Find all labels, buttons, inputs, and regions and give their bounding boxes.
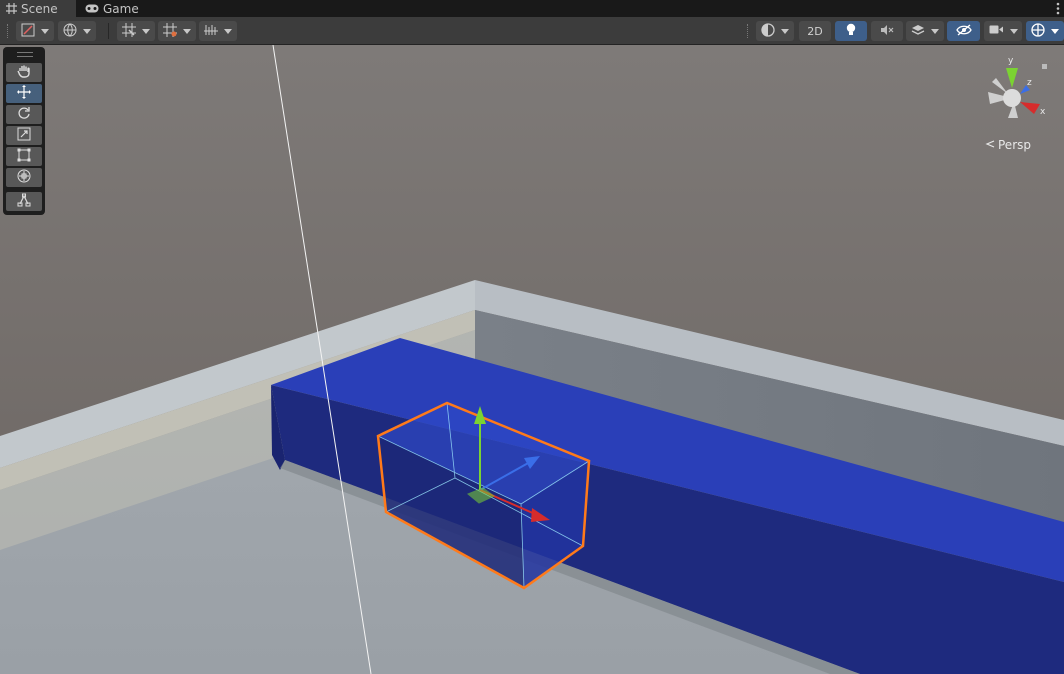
custom-editor-tool-button[interactable] xyxy=(6,192,42,211)
lightbulb-icon xyxy=(845,23,857,40)
projection-label: Persp xyxy=(998,138,1031,152)
audio-mute-icon xyxy=(880,24,894,39)
video-camera-icon xyxy=(989,24,1004,38)
move-arrows-icon xyxy=(17,84,31,103)
effects-dropdown[interactable] xyxy=(906,21,944,41)
lighting-toggle[interactable] xyxy=(835,21,867,41)
gizmo-lock-icon[interactable] xyxy=(1042,64,1047,69)
tab-scene-label: Scene xyxy=(21,1,58,16)
tab-game[interactable]: Game xyxy=(82,0,144,17)
toggle-2d-button[interactable]: 2D xyxy=(799,21,831,41)
gamepad-icon xyxy=(85,4,99,13)
chevron-down-icon xyxy=(83,28,91,34)
gizmo-z-label: z xyxy=(1027,78,1032,88)
chevron-down-icon xyxy=(224,28,232,34)
scale-tool-button[interactable] xyxy=(6,126,42,145)
eye-off-icon xyxy=(955,23,972,39)
transform-tool-button[interactable] xyxy=(6,168,42,187)
audio-toggle[interactable] xyxy=(871,21,903,41)
rotate-tool-button[interactable] xyxy=(6,105,42,124)
orientation-gizmo[interactable]: y z x xyxy=(978,52,1054,130)
grid-icon xyxy=(6,3,17,14)
chevron-left-icon xyxy=(985,138,995,152)
grid-snap-icon xyxy=(122,22,136,40)
draw-mode-dropdown[interactable] xyxy=(16,21,54,41)
gizmo-x-label: x xyxy=(1040,107,1046,117)
editor-tool-icon xyxy=(17,192,31,211)
chevron-down-icon xyxy=(1051,28,1059,34)
chevron-down-icon xyxy=(931,28,939,34)
tab-game-label: Game xyxy=(103,1,139,16)
toggle-2d-label: 2D xyxy=(807,24,823,38)
chevron-down-icon xyxy=(781,28,789,34)
hidden-objects-toggle[interactable] xyxy=(947,21,980,41)
gizmo-x-axis[interactable] xyxy=(1020,102,1040,114)
tools-overlay xyxy=(3,47,45,215)
rect-transform-icon xyxy=(17,147,31,166)
gizmo-y-label: y xyxy=(1008,56,1014,66)
gizmos-dropdown[interactable] xyxy=(1026,21,1064,41)
more-options-icon[interactable] xyxy=(1056,1,1060,16)
move-tool-button[interactable] xyxy=(6,84,42,103)
chevron-down-icon xyxy=(183,28,191,34)
chevron-down-icon xyxy=(1009,28,1018,34)
scale-icon xyxy=(17,126,31,145)
toolbar-grip[interactable] xyxy=(747,24,750,38)
toolbar-divider xyxy=(108,23,109,39)
rect-tool-button[interactable] xyxy=(6,147,42,166)
tools-drag-handle[interactable] xyxy=(17,52,33,57)
grid-snapping-dropdown[interactable] xyxy=(117,21,155,41)
gizmos-sphere-icon xyxy=(1031,22,1045,40)
scene-camera-dropdown[interactable] xyxy=(984,21,1022,41)
chevron-down-icon xyxy=(142,28,150,34)
hand-tool-button[interactable] xyxy=(6,63,42,82)
gizmo-y-axis[interactable] xyxy=(1006,68,1018,88)
toolbar-grip[interactable] xyxy=(7,24,10,38)
shading-mode-dropdown[interactable] xyxy=(756,21,794,41)
scene-visibility-dropdown[interactable] xyxy=(199,21,237,41)
tab-bar: Scene Game xyxy=(0,0,1064,17)
draw-mode-icon xyxy=(21,23,35,40)
rotate-icon xyxy=(17,105,31,124)
hand-icon xyxy=(17,63,31,82)
increment-snap-icon xyxy=(163,22,177,40)
shading-sphere-icon xyxy=(761,22,775,40)
global-local-dropdown[interactable] xyxy=(58,21,96,41)
gizmo-center[interactable] xyxy=(1003,89,1021,107)
increment-snap-dropdown[interactable] xyxy=(158,21,196,41)
ruler-grid-icon xyxy=(204,23,218,40)
scene-viewport[interactable] xyxy=(0,45,1064,674)
chevron-down-icon xyxy=(41,28,49,34)
scene-render[interactable] xyxy=(0,45,1064,674)
projection-toggle[interactable]: Persp xyxy=(985,138,1031,152)
layers-icon xyxy=(911,24,925,39)
globe-icon xyxy=(63,23,77,40)
transform-icon xyxy=(17,168,31,187)
tab-scene[interactable]: Scene xyxy=(0,0,76,17)
scene-toolbar: 2D xyxy=(0,17,1064,45)
